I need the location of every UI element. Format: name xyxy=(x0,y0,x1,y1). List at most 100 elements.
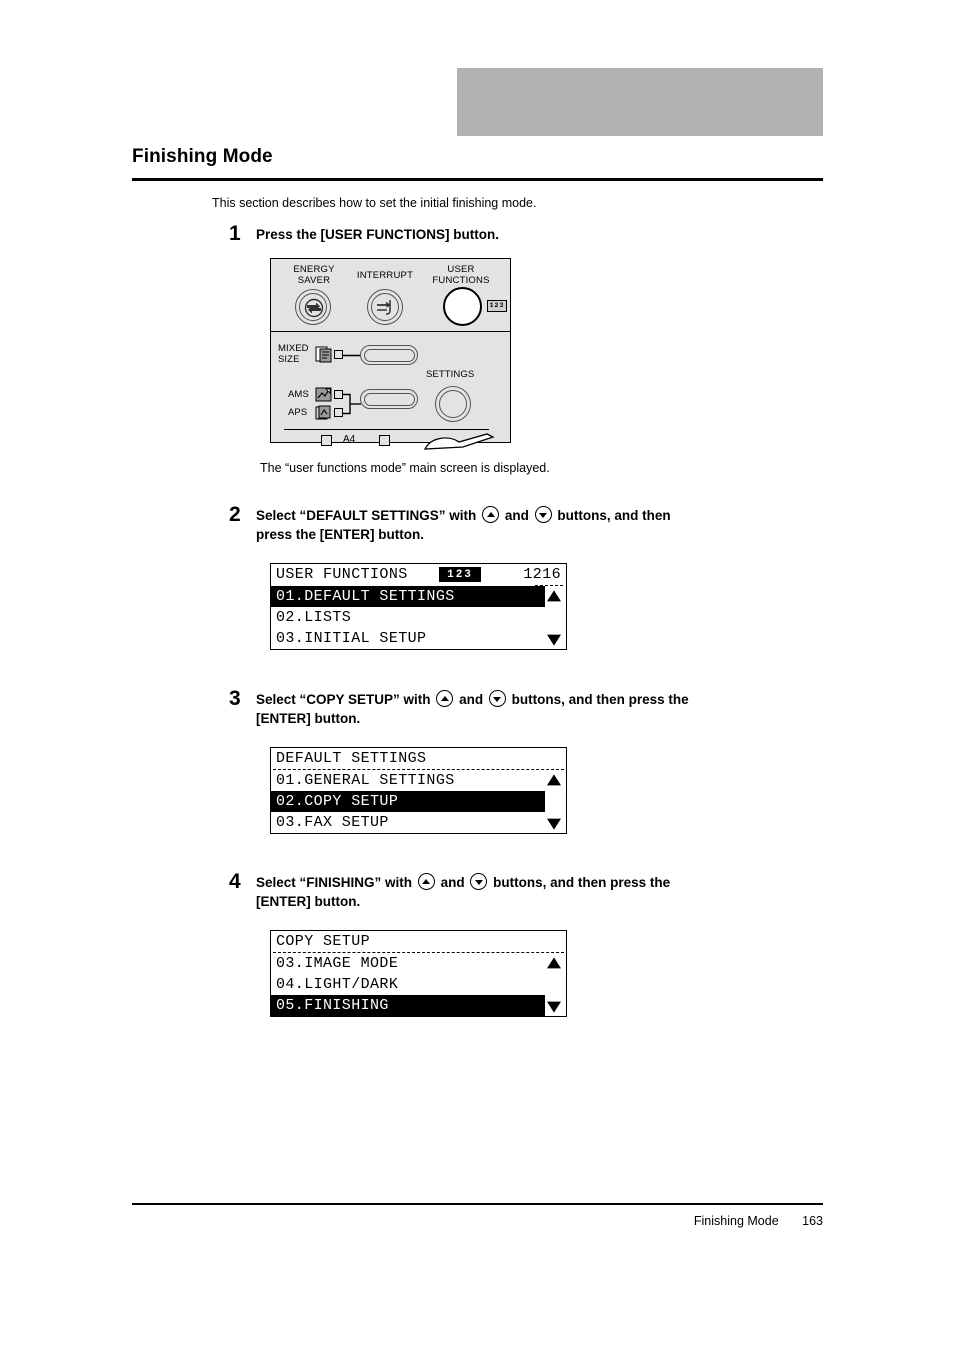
step-3-line-1-part-b: and xyxy=(459,692,484,707)
lcd3-row-1[interactable]: 03.IMAGE MODE xyxy=(271,953,566,974)
aps-label: APS xyxy=(288,407,308,418)
lcd1-row-2[interactable]: 02.LISTS xyxy=(271,607,566,628)
lcd2-title-row: DEFAULT SETTINGS xyxy=(271,748,566,769)
energy-saver-button[interactable] xyxy=(295,289,331,325)
energy-saver-label-line2: SAVER xyxy=(297,275,331,286)
step-2-number: 2 xyxy=(229,503,241,526)
lcd1-row-1[interactable]: 01.DEFAULT SETTINGS xyxy=(271,586,566,607)
down-arrow-button-icon xyxy=(534,506,552,523)
lcd3-row-3[interactable]: 05.FINISHING xyxy=(271,995,566,1016)
lcd1-row-3[interactable]: 03.INITIAL SETUP xyxy=(271,628,566,649)
step-2-text: Select “DEFAULT SETTINGS” with and butto… xyxy=(256,506,671,544)
page-title: Finishing Mode xyxy=(132,146,273,167)
user-functions-label-line1: USER xyxy=(447,264,475,275)
paper-size-led-right xyxy=(379,435,390,446)
step-4-line-1-part-c: buttons, and then press the xyxy=(493,875,671,890)
step-1-text: Press the [USER FUNCTIONS] button. xyxy=(256,225,499,244)
ams-aps-connector xyxy=(343,393,361,415)
mixed-size-label-line1: MIXED xyxy=(278,343,309,354)
step-3-line-1-part-a: Select “COPY SETUP” with xyxy=(256,692,431,707)
lcd3-scroll-down-icon[interactable] xyxy=(546,995,562,1016)
footer: Finishing Mode 163 xyxy=(694,1214,823,1228)
mixed-size-connector xyxy=(343,354,361,357)
step-2-line-1-part-b: and xyxy=(504,508,529,523)
step-1-line-1: Press the [USER FUNCTIONS] button. xyxy=(256,227,500,242)
lcd3-scroll-up-icon[interactable] xyxy=(546,953,562,974)
energy-saver-icon xyxy=(304,298,324,318)
lcd1-row-2-text: 02.LISTS xyxy=(276,609,352,626)
energy-saver-label: ENERGY SAVER xyxy=(281,264,347,286)
step-3-line-2: [ENTER] button. xyxy=(256,711,361,726)
step-4-line-1-part-b: and xyxy=(440,875,465,890)
mixed-size-icon xyxy=(315,346,332,363)
lcd1-title: USER FUNCTIONS xyxy=(276,566,408,583)
step-3-line-1-part-c: buttons, and then press the xyxy=(511,692,689,707)
title-divider xyxy=(132,178,823,181)
ams-aps-button-inner xyxy=(363,392,415,406)
step-4-line-1-part-a: Select “FINISHING” with xyxy=(256,875,413,890)
lcd2-row-2[interactable]: 02.COPY SETUP xyxy=(271,791,566,812)
aps-led xyxy=(334,408,343,417)
lcd2-scroll-up-icon[interactable] xyxy=(546,770,562,791)
mixed-size-button[interactable] xyxy=(360,345,418,365)
lcd-screen-user-functions: USER FUNCTIONS 123 1216 01.DEFAULT SETTI… xyxy=(270,563,567,650)
step-4-line-2: [ENTER] button. xyxy=(256,894,361,909)
lcd-screen-default-settings: DEFAULT SETTINGS 01.GENERAL SETTINGS 02.… xyxy=(270,747,567,834)
header-gray-band xyxy=(457,68,823,136)
control-panel-top-section: ENERGY SAVER INTERRUPT USER FUNCTIONS 12… xyxy=(271,259,510,332)
step-1-number: 1 xyxy=(229,222,241,245)
lcd2-row-1[interactable]: 01.GENERAL SETTINGS xyxy=(271,770,566,791)
footer-page-number: 163 xyxy=(802,1214,823,1228)
settings-label: SETTINGS xyxy=(426,369,475,380)
lcd3-title-row: COPY SETUP xyxy=(271,931,566,952)
lcd3-row-2[interactable]: 04.LIGHT/DARK xyxy=(271,974,566,995)
user-functions-button[interactable] xyxy=(443,287,482,326)
interrupt-icon xyxy=(377,300,392,315)
mixed-size-led xyxy=(334,350,343,359)
lcd2-scroll-down-icon[interactable] xyxy=(546,812,562,833)
lcd3-row-3-text: 05.FINISHING xyxy=(276,997,389,1014)
paper-tray-icon xyxy=(423,433,495,450)
lcd2-title: DEFAULT SETTINGS xyxy=(276,750,427,767)
step-2-line-1: Select “DEFAULT SETTINGS” with and butto… xyxy=(256,506,671,525)
lcd1-row-1-text: 01.DEFAULT SETTINGS xyxy=(276,588,455,605)
interrupt-label: INTERRUPT xyxy=(356,270,414,281)
lcd2-row-2-text: 02.COPY SETUP xyxy=(276,793,399,810)
mixed-size-label-line2: SIZE xyxy=(278,354,300,365)
ams-icon xyxy=(315,387,332,402)
user-functions-label-line2: FUNCTIONS xyxy=(432,275,490,286)
lcd2-row-3[interactable]: 03.FAX SETUP xyxy=(271,812,566,833)
ams-aps-button[interactable] xyxy=(360,389,418,409)
lcd1-scroll-up-icon[interactable] xyxy=(546,586,562,607)
interrupt-button[interactable] xyxy=(367,289,403,325)
lcd1-scroll-down-icon[interactable] xyxy=(546,628,562,649)
lcd3-row-2-text: 04.LIGHT/DARK xyxy=(276,976,399,993)
up-arrow-button-icon xyxy=(436,690,454,707)
up-arrow-button-icon xyxy=(417,873,435,890)
intro-paragraph: This section describes how to set the in… xyxy=(212,196,537,210)
paper-size-label: A4 xyxy=(343,434,356,445)
step-2-line-1-part-a: Select “DEFAULT SETTINGS” with xyxy=(256,508,477,523)
control-panel-bottom-section: MIXED SIZE AMS APS SETTINGS A4 xyxy=(271,332,510,450)
lcd1-title-row: USER FUNCTIONS 123 1216 xyxy=(271,564,566,585)
ams-label: AMS xyxy=(288,389,309,400)
user-functions-label: USER FUNCTIONS xyxy=(419,264,503,286)
lcd2-row-1-text: 01.GENERAL SETTINGS xyxy=(276,772,455,789)
energy-saver-label-line1: ENERGY xyxy=(293,264,335,275)
settings-button[interactable] xyxy=(435,386,471,422)
step-3-number: 3 xyxy=(229,687,241,710)
step-2-line-1-part-c: buttons, and then xyxy=(557,508,671,523)
footer-section-label: Finishing Mode xyxy=(693,1214,779,1228)
step-3-line-1: Select “COPY SETUP” with and buttons, an… xyxy=(256,690,689,709)
settings-button-ring xyxy=(439,390,467,418)
step-4-text: Select “FINISHING” with and buttons, and… xyxy=(256,873,670,911)
lcd-screen-copy-setup: COPY SETUP 03.IMAGE MODE 04.LIGHT/DARK 0… xyxy=(270,930,567,1017)
aps-icon xyxy=(315,405,331,420)
down-arrow-button-icon xyxy=(488,690,506,707)
control-panel-illustration: ENERGY SAVER INTERRUPT USER FUNCTIONS 12… xyxy=(270,258,511,450)
mixed-size-button-inner xyxy=(363,348,415,362)
counter-123-badge: 123 xyxy=(487,300,507,312)
down-arrow-button-icon xyxy=(470,873,488,890)
footer-divider xyxy=(132,1203,823,1205)
step-2-line-2: press the [ENTER] button. xyxy=(256,527,424,542)
